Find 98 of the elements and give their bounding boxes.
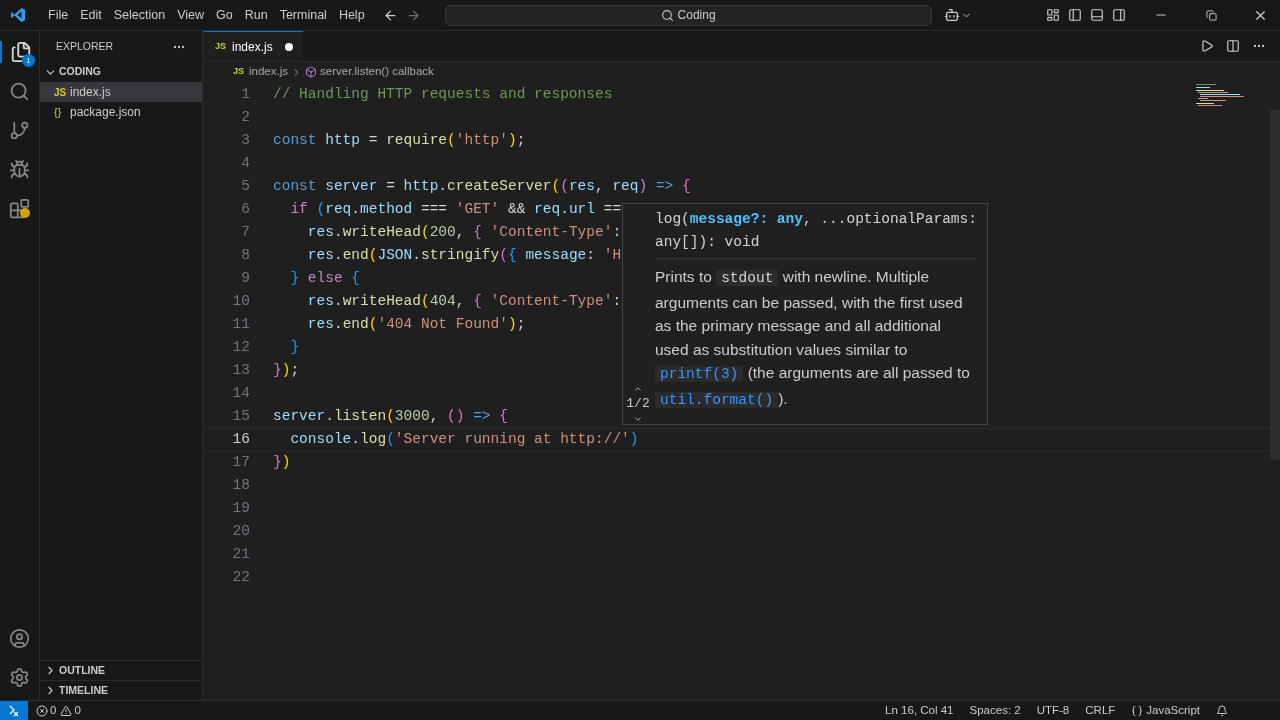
code-line: } else {: [289, 268, 361, 288]
status-item[interactable]: Ln 16, Col 41: [885, 701, 954, 720]
line-number: 18: [231, 475, 250, 495]
line-number: 20: [231, 521, 250, 541]
line-number: 8: [240, 245, 250, 265]
line-number: 4: [240, 153, 250, 173]
error-count[interactable]: 0: [50, 701, 57, 720]
line-number: 3: [240, 130, 250, 150]
search-icon: [660, 8, 674, 22]
notification-badge: 1: [22, 54, 35, 67]
panel-left-icon[interactable]: [1068, 8, 1082, 22]
back-arrow-icon[interactable]: [382, 7, 398, 23]
line-number: 15: [231, 406, 250, 426]
debug-icon[interactable]: [9, 159, 30, 180]
warning-badge-icon: [20, 208, 30, 218]
folder-header[interactable]: CODING: [40, 62, 202, 82]
line-number: 9: [240, 268, 250, 288]
editor-tab[interactable]: JS index.js: [203, 31, 303, 61]
menu-item[interactable]: Help: [332, 5, 371, 25]
code-line: }): [273, 452, 291, 472]
account-icon[interactable]: [9, 628, 30, 649]
line-number: 12: [231, 337, 250, 357]
js-file-icon: JS: [233, 65, 244, 79]
line-number: 2: [240, 107, 250, 127]
command-center-label: Coding: [677, 7, 716, 24]
code-line: console.log('Server running at http://'): [289, 429, 639, 449]
warning-count[interactable]: 0: [74, 701, 81, 720]
code-line: res.writeHead(404, { 'Content-Type':: [306, 291, 622, 311]
line-number: 16: [231, 429, 250, 449]
line-number: 21: [231, 544, 250, 564]
line-number: 13: [231, 360, 250, 380]
line-number: 14: [231, 383, 250, 403]
code-line: res.end('404 Not Found');: [306, 314, 526, 334]
signature-text: log(message?: any, ...optionalParams: any[]): void: [655, 208, 977, 259]
menu-item[interactable]: View: [171, 5, 210, 25]
code-line: res.end(JSON.stringify({ message: 'H: [306, 245, 622, 265]
code-line: const server = http.createServer((res, req) => {: [273, 176, 691, 196]
status-item[interactable]: CRLF: [1085, 701, 1116, 720]
code-line: if (req.method === 'GET' && req.url ==: [289, 199, 622, 219]
menu-item[interactable]: Run: [238, 5, 274, 25]
status-item[interactable]: Spaces: 2: [969, 701, 1021, 720]
app-logo-icon: [10, 7, 26, 23]
forward-arrow-icon[interactable]: [405, 7, 421, 23]
minimap-drawing: [1196, 84, 1244, 106]
file-tree-item[interactable]: JS index.js: [40, 82, 202, 102]
section-header[interactable]: OUTLINE: [40, 660, 202, 680]
line-number: 19: [231, 498, 250, 518]
bell-icon[interactable]: [1216, 704, 1228, 717]
language-mode[interactable]: JavaScript: [1146, 701, 1200, 720]
breadcrumb-item[interactable]: index.js: [249, 63, 288, 81]
overload-counter: 1/2: [626, 395, 650, 413]
menu-item[interactable]: Edit: [74, 5, 108, 25]
menu-item[interactable]: Go: [210, 5, 239, 25]
sidebar-title: EXPLORER: [56, 38, 114, 54]
line-number: 10: [231, 291, 250, 311]
layout-icon[interactable]: [1046, 8, 1060, 22]
code-line: // Handling HTTP requests and responses: [273, 84, 613, 104]
line-number: 22: [231, 567, 250, 587]
line-number: 1: [240, 84, 250, 104]
split-editor-icon[interactable]: [1226, 39, 1240, 53]
remote-button[interactable]: [0, 701, 28, 720]
search-icon[interactable]: [9, 81, 30, 102]
line-number: 7: [240, 222, 250, 242]
js-file-icon: JS: [215, 39, 226, 54]
json-file-icon: {}: [54, 103, 68, 121]
extensions-icon[interactable]: [9, 198, 30, 219]
code-line: const http = require('http');: [273, 130, 526, 150]
explorer-icon[interactable]: [9, 41, 32, 63]
line-number: 6: [240, 199, 250, 219]
restore-icon[interactable]: [1206, 9, 1217, 21]
command-center[interactable]: Coding: [444, 4, 932, 26]
status-item[interactable]: UTF-8: [1036, 701, 1070, 720]
file-tree-item[interactable]: {} package.json: [40, 102, 202, 122]
code-line: res.writeHead(200, { 'Content-Type':: [306, 222, 622, 242]
previous-overload-icon[interactable]: [633, 384, 643, 394]
warning-icon: [60, 704, 73, 717]
menu-item[interactable]: Terminal: [273, 5, 333, 25]
hover-description: Prints to stdout with newline. Multiple arguments can be passed, with the first used as the primary message and all additional used as substitution values similar to printf(3) (the arguments are all passed to util.format() ).: [655, 267, 971, 410]
breadcrumb-item[interactable]: server.listen() callback: [320, 63, 434, 81]
code-line: server.listen(3000, () => {: [273, 406, 508, 426]
cube-icon: [305, 66, 317, 78]
panel-bottom-icon[interactable]: [1090, 8, 1104, 22]
line-number: 17: [231, 452, 250, 472]
code-line: });: [273, 360, 300, 380]
robot-icon[interactable]: [943, 7, 960, 23]
error-icon: [36, 704, 48, 717]
braces-icon: [1131, 704, 1144, 717]
line-number: 5: [240, 176, 250, 196]
menu-item[interactable]: File: [42, 5, 75, 25]
remote-icon: [8, 704, 20, 717]
js-file-icon: JS: [54, 84, 68, 100]
settings-icon[interactable]: [9, 667, 30, 688]
run-icon[interactable]: [1200, 39, 1214, 53]
panel-right-icon[interactable]: [1112, 8, 1126, 22]
menu-item[interactable]: Selection: [107, 5, 172, 25]
source-control-icon[interactable]: [9, 120, 30, 141]
line-number: 11: [231, 314, 250, 334]
code-line: }: [289, 337, 300, 357]
